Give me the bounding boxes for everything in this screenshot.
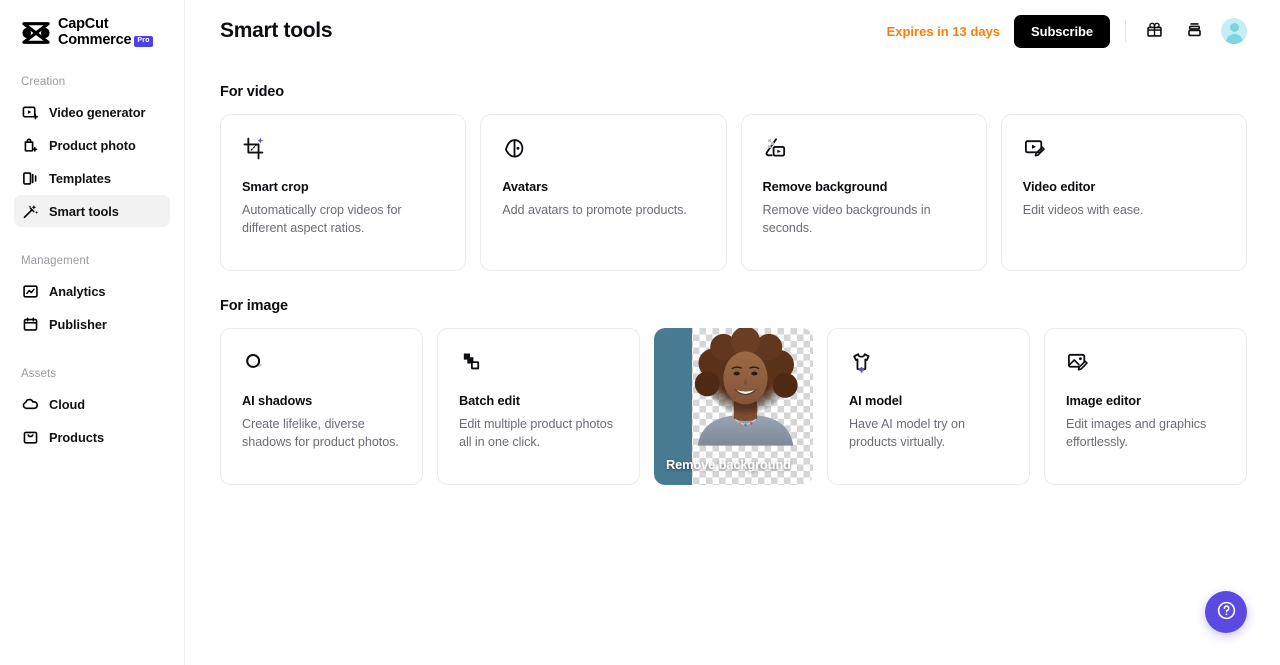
sidebar-item-video-generator[interactable]: Video generator — [14, 96, 170, 128]
remove-background-preview: Remove background — [654, 328, 813, 485]
remove-background-video-icon — [763, 135, 965, 161]
cloud-icon — [22, 396, 39, 413]
avatar-head — [1229, 23, 1239, 32]
subscribe-button[interactable]: Subscribe — [1014, 14, 1110, 48]
card-title: Smart crop — [242, 179, 309, 194]
sidebar-group-management-label: Management — [21, 255, 90, 268]
card-description: Automatically crop videos for different … — [242, 203, 402, 236]
avatar[interactable] — [1221, 18, 1247, 44]
card-title: Video editor — [1022, 179, 1096, 194]
sidebar-item-label: Cloud — [49, 396, 85, 412]
top-bar: Smart tools Expires in 13 days Subscribe — [185, 0, 1280, 62]
app-logo[interactable]: CapCut Commerce Pro — [14, 0, 170, 48]
pro-badge: Pro — [134, 36, 153, 47]
card-remove-background-image[interactable]: Remove background — [654, 328, 813, 485]
sidebar: CapCut Commerce Pro Creation Video gener… — [0, 0, 185, 665]
section-for-image: For image AI shadows Create lifelike, di… — [220, 298, 1247, 485]
app-root: CapCut Commerce Pro Creation Video gener… — [0, 0, 1280, 665]
card-ai-model[interactable]: AI model Have AI model try on products v… — [827, 328, 1030, 485]
for-video-card-grid: Smart crop Automatically crop videos for… — [220, 114, 1247, 271]
sidebar-item-templates[interactable]: Templates — [14, 162, 170, 194]
card-description: Edit multiple product photos all in one … — [459, 417, 614, 450]
publisher-icon — [22, 316, 39, 333]
sidebar-item-label: Publisher — [49, 316, 107, 332]
card-batch-edit[interactable]: Batch edit Edit multiple product photos … — [437, 328, 640, 485]
card-title: Image editor — [1066, 393, 1141, 408]
ai-shadows-icon — [242, 349, 401, 375]
products-icon — [22, 429, 39, 446]
video-editor-icon — [1023, 135, 1225, 161]
sidebar-item-label: Video generator — [49, 104, 146, 120]
video-generator-icon — [22, 104, 39, 121]
card-title: Remove background — [666, 457, 791, 472]
sidebar-item-label: Templates — [49, 170, 111, 186]
batch-edit-icon — [459, 349, 618, 375]
ai-model-icon — [849, 349, 1008, 375]
templates-icon — [22, 170, 39, 187]
avatar-body — [1225, 33, 1243, 44]
card-description: Create lifelike, diverse shadows for pro… — [242, 417, 399, 450]
analytics-icon — [22, 283, 39, 300]
sidebar-item-product-photo[interactable]: Product photo — [14, 129, 170, 161]
card-smart-crop[interactable]: Smart crop Automatically crop videos for… — [220, 114, 467, 271]
section-for-video: For video Smart crop Automatically crop … — [220, 84, 1247, 271]
card-description: Edit videos with ease. — [1022, 203, 1144, 217]
gift-icon-button[interactable] — [1141, 18, 1167, 44]
sidebar-item-label: Analytics — [49, 283, 106, 299]
product-photo-icon — [22, 137, 39, 154]
capcut-logo-icon — [21, 20, 51, 46]
sidebar-item-analytics[interactable]: Analytics — [14, 275, 170, 307]
sidebar-item-label: Smart tools — [49, 203, 119, 219]
card-avatars[interactable]: Avatars Add avatars to promote products. — [480, 114, 727, 271]
sidebar-item-label: Products — [49, 429, 105, 445]
smart-crop-icon — [242, 135, 444, 161]
card-remove-background-video[interactable]: Remove background Remove video backgroun… — [740, 114, 987, 271]
card-title: Batch edit — [459, 393, 520, 408]
section-title: For image — [220, 298, 288, 314]
stack-icon-button[interactable] — [1181, 18, 1207, 44]
section-title: For video — [220, 84, 284, 100]
card-description: Have AI model try on products virtually. — [849, 417, 965, 450]
sidebar-item-cloud[interactable]: Cloud — [14, 388, 170, 420]
card-description: Add avatars to promote products. — [502, 203, 687, 217]
page-title: Smart tools — [220, 19, 333, 42]
smart-tools-icon — [22, 203, 39, 220]
image-editor-icon — [1066, 349, 1225, 375]
toolbar-divider — [1125, 20, 1126, 42]
card-ai-shadows[interactable]: AI shadows Create lifelike, diverse shad… — [220, 328, 423, 485]
sidebar-item-products[interactable]: Products — [14, 421, 170, 453]
for-image-card-grid: AI shadows Create lifelike, diverse shad… — [220, 328, 1247, 485]
main-content: Smart tools Expires in 13 days Subscribe — [185, 0, 1280, 665]
card-description: Edit images and graphics effortlessly. — [1066, 417, 1207, 450]
sidebar-group-assets-label: Assets — [21, 368, 57, 381]
logo-line-1: CapCut — [58, 16, 109, 32]
card-description: Remove video backgrounds in seconds. — [762, 203, 931, 236]
subscription-expiry-text: Expires in 13 days — [886, 23, 1001, 39]
card-image-editor[interactable]: Image editor Edit images and graphics ef… — [1044, 328, 1247, 485]
tools-content: For video Smart crop Automatically crop … — [185, 62, 1280, 485]
card-title: AI shadows — [242, 393, 313, 408]
sidebar-item-smart-tools[interactable]: Smart tools — [14, 195, 170, 228]
help-question-icon — [1216, 600, 1237, 624]
portrait-photo — [694, 328, 798, 446]
card-title: Avatars — [502, 179, 549, 194]
top-bar-actions: Expires in 13 days Subscribe — [886, 14, 1247, 48]
stack-icon — [1185, 20, 1204, 42]
card-video-editor[interactable]: Video editor Edit videos with ease. — [1000, 114, 1247, 271]
help-button[interactable] — [1205, 591, 1247, 633]
sidebar-item-publisher[interactable]: Publisher — [14, 308, 170, 340]
sidebar-group-creation-label: Creation — [21, 76, 66, 89]
card-title: AI model — [849, 393, 903, 408]
logo-line-2: Commerce — [58, 31, 132, 48]
card-title: Remove background — [762, 179, 888, 194]
avatars-icon — [502, 135, 704, 161]
gift-icon — [1145, 20, 1164, 42]
sidebar-item-label: Product photo — [49, 137, 136, 153]
